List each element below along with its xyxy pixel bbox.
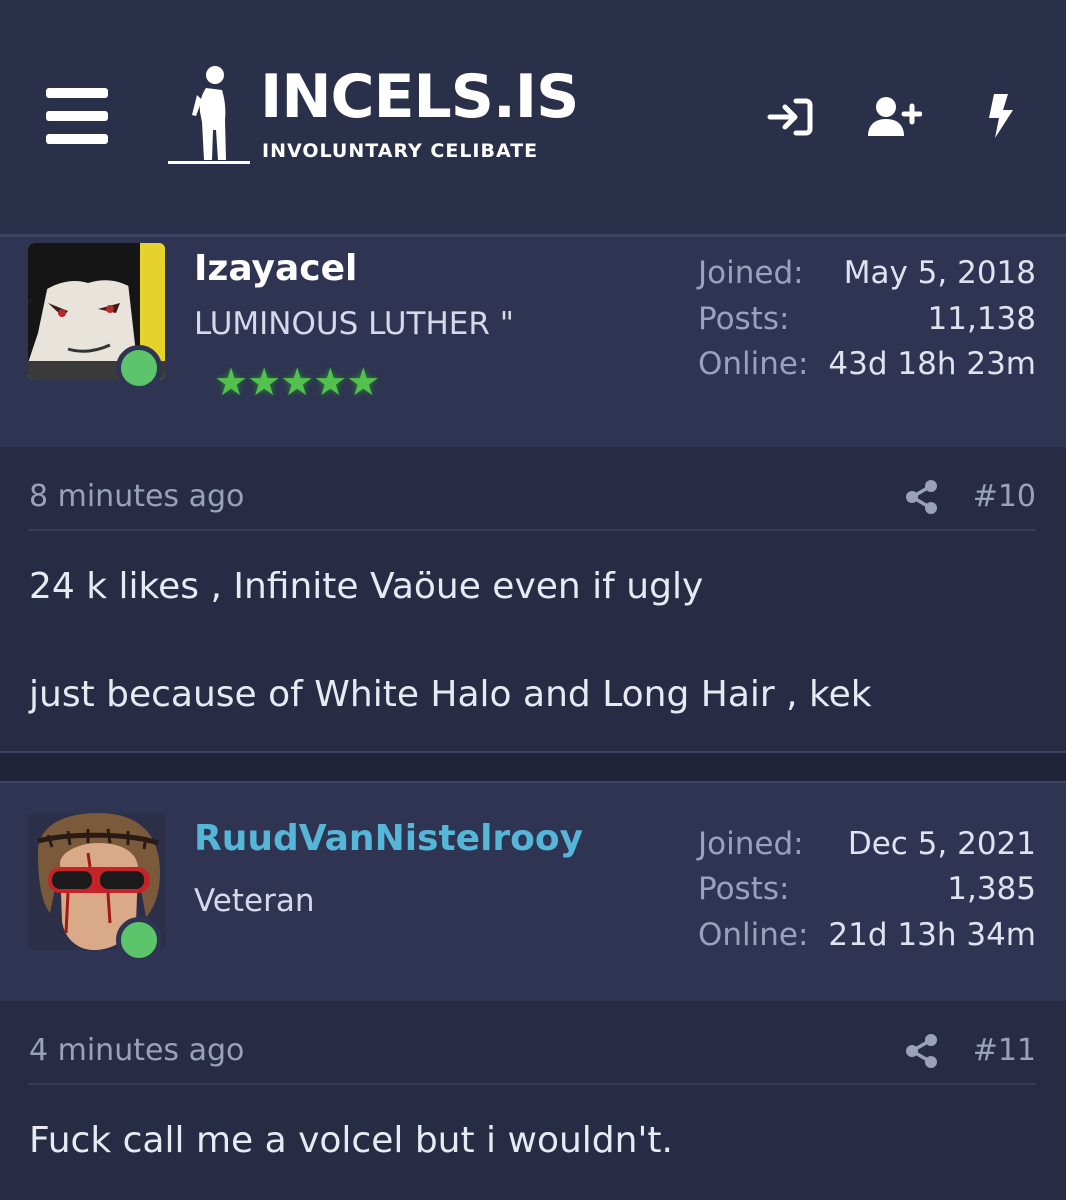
online-value: 21d 13h 34m [828, 917, 1036, 953]
joined-value: May 5, 2018 [843, 255, 1036, 291]
post-number[interactable]: #11 [973, 1031, 1036, 1071]
post-divider [28, 529, 1036, 531]
joined-label: Joined: [698, 255, 804, 291]
username[interactable]: RuudVanNistelrooy [194, 817, 583, 861]
post-time[interactable]: 8 minutes ago [29, 477, 244, 517]
joined-value: Dec 5, 2021 [847, 826, 1036, 862]
card-pointer [70, 977, 122, 1001]
message-body: 4 minutes ago #11 Fuck call me a volcel … [0, 1001, 1066, 1200]
post-divider [28, 1083, 1036, 1085]
online-value: 43d 18h 23m [828, 346, 1036, 382]
card-pointer [70, 423, 122, 447]
post-number[interactable]: #10 [973, 477, 1036, 517]
share-icon[interactable] [904, 1033, 940, 1069]
logo-subtitle: INVOLUNTARY CELIBATE [262, 140, 539, 162]
posts-value: 11,138 [927, 301, 1036, 337]
logo-figure-icon [168, 66, 250, 164]
rating-stars: ★★★★★ [214, 360, 380, 404]
online-status-icon [116, 917, 162, 963]
posts-value: 1,385 [947, 871, 1036, 907]
online-status-icon [116, 345, 162, 391]
message-user-card: Izayacel LUMINOUS LUTHER " ★★★★★ Joined:… [0, 237, 1066, 447]
bolt-icon[interactable] [986, 92, 1016, 142]
site-logo[interactable]: INCELS.IS INVOLUNTARY CELIBATE [166, 60, 586, 172]
username[interactable]: Izayacel [194, 247, 357, 291]
post-text-line: Fuck call me a volcel but i wouldn't. [29, 1120, 673, 1161]
user-title: Veteran [194, 883, 315, 919]
post-text-line: just because of White Halo and Long Hair… [29, 674, 872, 715]
user-title: LUMINOUS LUTHER " [194, 306, 515, 342]
posts-label: Posts: [698, 871, 790, 907]
logo-title: INCELS.IS [260, 62, 579, 132]
post-time[interactable]: 4 minutes ago [29, 1031, 244, 1071]
user-plus-icon[interactable] [866, 92, 922, 142]
sign-in-icon[interactable] [766, 92, 814, 142]
site-header: INCELS.IS INVOLUNTARY CELIBATE [0, 0, 1066, 236]
share-icon[interactable] [904, 479, 940, 515]
message-body: 8 minutes ago #10 24 k likes , Infinite … [0, 447, 1066, 751]
post-text-line: 24 k likes , Infinite Vaöue even if ugly [29, 566, 704, 607]
hamburger-icon[interactable] [46, 88, 108, 144]
online-label: Online: [698, 917, 809, 953]
joined-label: Joined: [698, 826, 804, 862]
online-label: Online: [698, 346, 809, 382]
posts-label: Posts: [698, 301, 790, 337]
post-separator [0, 751, 1066, 783]
message-user-card: RuudVanNistelrooy Veteran Joined: Dec 5,… [0, 783, 1066, 1001]
